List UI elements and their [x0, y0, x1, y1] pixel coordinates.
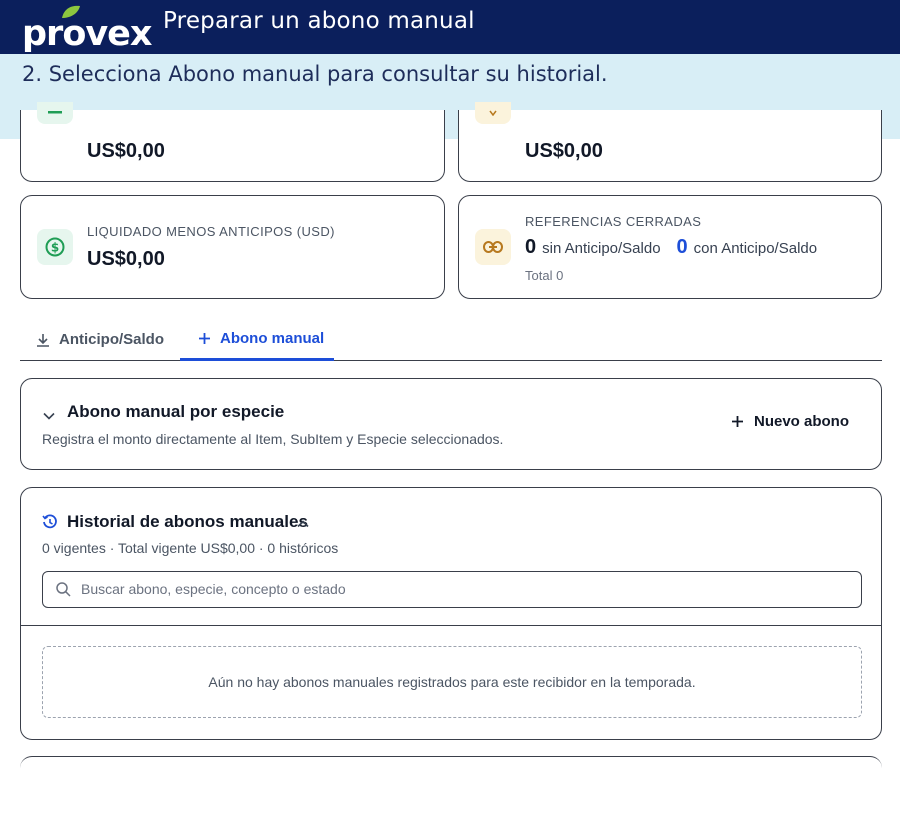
kpi-icon-tile: [475, 229, 511, 265]
button-label: Nuevo abono: [753, 413, 849, 430]
tab-bar: Anticipo/Saldo Abono manual: [20, 318, 882, 361]
page-title: Preparar un abono manual: [163, 8, 475, 34]
chevron-down-icon[interactable]: [43, 407, 55, 425]
section-subtitle: Registra el monto directamente al Item, …: [42, 431, 504, 447]
history-icon: [42, 514, 58, 535]
referencias-counts: 0 sin Anticipo/Saldo 0 con Anticipo/Sald…: [525, 236, 833, 259]
con-count: 0: [676, 236, 688, 258]
svg-text:$: $: [51, 241, 59, 255]
historial-card: Historial de abonos manuales 0 vigentes …: [20, 487, 882, 740]
kpi-card-top-right: US$0,00: [458, 102, 882, 182]
chevron-up-icon[interactable]: [297, 515, 309, 533]
minus-icon: [48, 111, 62, 114]
referencias-total: Total 0: [525, 268, 564, 283]
tab-label: Anticipo/Saldo: [59, 331, 164, 348]
kpi-label: LIQUIDADO MENOS ANTICIPOS (USD): [87, 224, 335, 239]
link-icon: [483, 241, 503, 253]
kpi-card-referencias: REFERENCIAS CERRADAS 0 sin Anticipo/Sald…: [458, 195, 882, 299]
empty-state: Aún no hay abonos manuales registrados p…: [42, 646, 862, 718]
nuevo-abono-button[interactable]: Nuevo abono: [731, 413, 849, 430]
section-title: Abono manual por especie: [67, 402, 285, 421]
app-header: provex Preparar un abono manual: [0, 0, 900, 54]
sin-label: sin Anticipo/Saldo: [542, 240, 661, 257]
kpi-amount: US$0,00: [87, 140, 165, 162]
tab-abono-manual[interactable]: Abono manual: [180, 318, 334, 361]
kpi-card-top-left: US$0,00: [20, 102, 445, 182]
kpi-icon-tile: $: [37, 229, 73, 265]
abono-form-card: Abono manual por especie Registra el mon…: [20, 378, 882, 470]
plus-icon: [198, 332, 211, 345]
next-card-partial: [20, 756, 882, 786]
download-icon: [36, 333, 50, 347]
logo-text: provex: [22, 14, 152, 54]
kpi-card-liquidado: $ LIQUIDADO MENOS ANTICIPOS (USD) US$0,0…: [20, 195, 445, 299]
history-search-input[interactable]: [81, 572, 851, 606]
divider: [21, 625, 881, 626]
history-search-box: [42, 571, 862, 608]
kpi-amount: US$0,00: [87, 248, 165, 270]
tab-label: Abono manual: [220, 329, 325, 347]
kpi-label: REFERENCIAS CERRADAS: [525, 214, 702, 229]
kpi-amount: US$0,00: [525, 140, 603, 162]
provex-logo: provex: [22, 5, 154, 54]
instruction-text: 2. Selecciona Abono manual para consulta…: [22, 62, 608, 86]
leaf-icon: [62, 5, 80, 18]
empty-message: Aún no hay abonos manuales registrados p…: [208, 674, 696, 690]
dollar-circle-icon: $: [45, 237, 65, 257]
sin-count: 0: [525, 236, 537, 258]
plus-icon: [731, 415, 744, 428]
kpi-icon-tile: [475, 102, 511, 124]
arrow-icon: [489, 110, 497, 116]
kpi-icon-tile: [37, 102, 73, 124]
tab-anticipo-saldo[interactable]: Anticipo/Saldo: [36, 318, 164, 361]
history-summary: 0 vigentes · Total vigente US$0,00 · 0 h…: [42, 540, 339, 556]
search-icon: [56, 582, 71, 602]
section-title: Historial de abonos manuales: [67, 512, 308, 531]
con-label: con Anticipo/Saldo: [693, 240, 818, 257]
